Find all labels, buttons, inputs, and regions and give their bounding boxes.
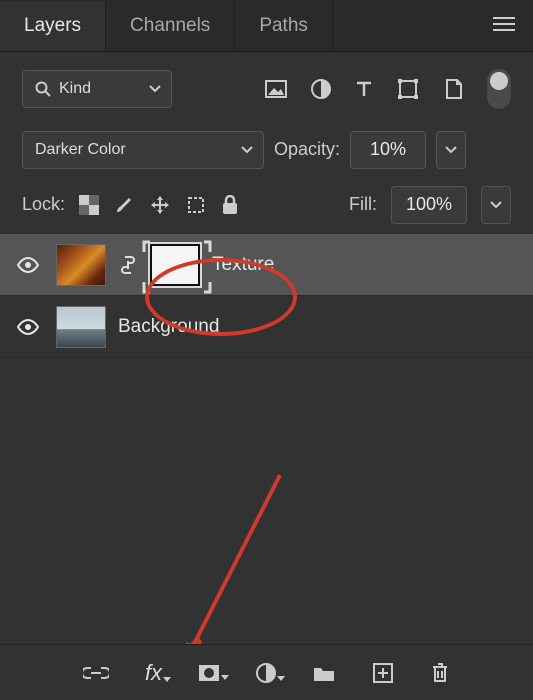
delete-layer-button[interactable] [430, 662, 450, 684]
link-layers-button[interactable] [83, 665, 109, 681]
filter-shape-layers[interactable] [397, 78, 419, 100]
tab-channels[interactable]: Channels [106, 1, 235, 51]
lock-all-button[interactable] [221, 195, 239, 215]
filter-adjustment-layers[interactable] [311, 79, 331, 99]
panel-menu-button[interactable] [475, 17, 533, 34]
layer-mask-thumbnail[interactable] [150, 244, 200, 286]
layer-row[interactable]: Texture [0, 234, 533, 296]
visibility-icon [17, 319, 39, 335]
opacity-dropdown[interactable] [436, 131, 466, 169]
tab-layers[interactable]: Layers [0, 1, 106, 51]
lock-artboard-button[interactable] [185, 194, 207, 216]
lock-fill-row: Lock: Fill: 100% [0, 176, 533, 234]
visibility-toggle[interactable] [12, 319, 44, 335]
image-icon [265, 80, 287, 98]
layer-panel-footer: fx [0, 644, 533, 700]
visibility-toggle[interactable] [12, 257, 44, 273]
shape-icon [397, 78, 419, 100]
add-mask-button[interactable] [198, 664, 220, 682]
chevron-down-icon [241, 146, 253, 154]
new-layer-button[interactable] [372, 662, 394, 684]
layer-mask-icon [198, 664, 220, 682]
annotation-arrow [180, 470, 300, 663]
blend-opacity-row: Darker Color Opacity: 10% [0, 118, 533, 176]
blend-mode-dropdown[interactable]: Darker Color [22, 131, 264, 169]
new-group-icon [312, 664, 336, 682]
link-icon [120, 254, 136, 276]
layer-name[interactable]: Background [118, 316, 219, 338]
lock-pixels-button[interactable] [113, 194, 135, 216]
layer-row[interactable]: Background [0, 296, 533, 358]
layer-style-button[interactable]: fx [145, 660, 162, 686]
filter-smart-objects[interactable] [443, 78, 463, 100]
panel-tabs: Layers Channels Paths [0, 0, 533, 52]
lock-label: Lock: [22, 194, 65, 215]
opacity-label[interactable]: Opacity: [274, 139, 340, 160]
filter-type-layers[interactable] [355, 80, 373, 98]
blend-mode-value: Darker Color [35, 141, 126, 159]
layer-list: Texture Background [0, 234, 533, 358]
link-icon [83, 665, 109, 681]
chevron-down-icon [490, 201, 502, 209]
chevron-down-icon [149, 85, 161, 93]
new-adjustment-layer-button[interactable] [256, 663, 276, 683]
brush-lock-icon [113, 194, 135, 216]
layer-name[interactable]: Texture [212, 254, 274, 276]
delete-layer-icon [430, 662, 450, 684]
visibility-icon [17, 257, 39, 273]
tab-paths[interactable]: Paths [235, 1, 333, 51]
layer-thumbnail[interactable] [56, 244, 106, 286]
filter-toggle[interactable] [487, 69, 511, 109]
new-adjustment-layer-icon [256, 663, 276, 683]
lock-transparency-button[interactable] [79, 195, 99, 215]
fill-dropdown[interactable] [481, 186, 511, 224]
new-layer-icon [372, 662, 394, 684]
move-lock-icon [149, 194, 171, 216]
filter-pixel-layers[interactable] [265, 80, 287, 98]
adjustment-icon [311, 79, 331, 99]
new-group-button[interactable] [312, 664, 336, 682]
menu-icon [493, 17, 515, 31]
layer-thumbnail[interactable] [56, 306, 106, 348]
type-icon [355, 80, 373, 98]
fill-label[interactable]: Fill: [349, 194, 377, 215]
filter-row: Kind [0, 60, 533, 118]
fill-value-input[interactable]: 100% [391, 186, 467, 224]
filter-type-label: Kind [59, 80, 91, 98]
smart-object-icon [443, 78, 463, 100]
transparency-lock-icon [79, 195, 99, 215]
chevron-down-icon [445, 146, 457, 154]
link-mask-indicator[interactable] [118, 254, 138, 276]
lock-all-icon [221, 195, 239, 215]
layers-panel: Layers Channels Paths Kind [0, 0, 533, 700]
artboard-lock-icon [185, 194, 207, 216]
search-icon [35, 81, 51, 97]
lock-position-button[interactable] [149, 194, 171, 216]
filter-type-dropdown[interactable]: Kind [22, 70, 172, 108]
opacity-value-input[interactable]: 10% [350, 131, 426, 169]
